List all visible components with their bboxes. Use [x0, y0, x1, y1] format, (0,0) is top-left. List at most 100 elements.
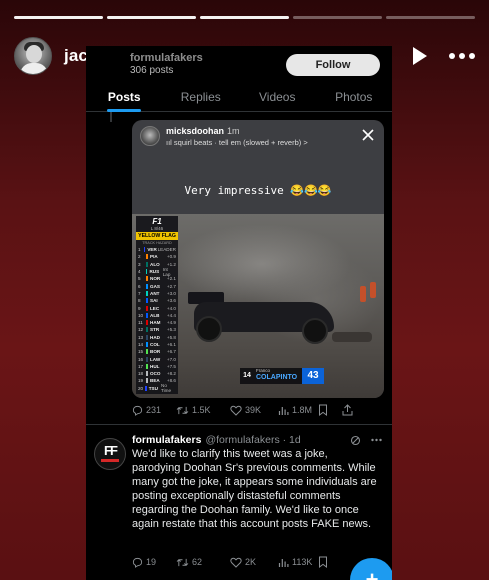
tower-gap: +5.3 — [166, 327, 176, 333]
team-color — [146, 261, 148, 267]
tab-photos[interactable]: Photos — [316, 84, 393, 111]
tower-gap: No Time — [161, 383, 172, 394]
tower-driver: BOR — [150, 349, 161, 355]
team-color — [146, 254, 148, 260]
tower-position: 7 — [138, 290, 141, 296]
formulafakers-avatar[interactable]: FF — [94, 438, 126, 470]
heart-icon — [230, 557, 242, 568]
ig-avatar — [140, 126, 160, 146]
tower-driver: ANT — [150, 290, 160, 296]
tower-row: 12 STR +5.3 — [136, 326, 178, 333]
driver-last-name: COLAPINTO — [256, 374, 298, 381]
team-color — [146, 342, 148, 347]
reply-button[interactable]: 19 — [132, 557, 176, 568]
tower-row: 20 TSU No Time — [136, 383, 178, 394]
views-button[interactable]: 113K — [278, 557, 318, 568]
tower-gap: +6.7 — [166, 349, 176, 355]
tower-row: 4 RUS Int Lap — [136, 267, 178, 277]
repost-button[interactable]: 62 — [176, 557, 230, 568]
repost-count: 1.5K — [192, 405, 211, 415]
tower-row: 10 ALB +4.4 — [136, 312, 178, 319]
tower-position: 17 — [138, 363, 144, 369]
plus-icon: + — [365, 567, 379, 580]
tab-posts[interactable]: Posts — [86, 84, 163, 112]
bookmark-icon — [319, 556, 327, 568]
tower-gap: +3.6 — [166, 298, 176, 304]
bookmark-button[interactable] — [318, 404, 342, 416]
ig-music-label: ııl squirl beats · tell em (slowed + rev… — [166, 138, 308, 147]
tower-gap: +6.1 — [166, 342, 176, 347]
tower-position: 12 — [138, 327, 144, 333]
progress-segment — [293, 16, 382, 19]
repost-icon — [176, 406, 189, 414]
tower-position: 10 — [138, 312, 144, 318]
repost-icon — [176, 558, 189, 566]
tower-gap: +4.4 — [166, 312, 176, 318]
story-progress — [14, 16, 475, 19]
repost-button[interactable]: 1.5K — [176, 405, 230, 416]
tower-row: 1 VER LEADER — [136, 246, 178, 253]
thread-line — [110, 112, 112, 122]
tower-gap: +5.8 — [166, 334, 176, 340]
x-profile-name: formulafakers — [130, 52, 203, 64]
tower-row: 11 HAM +4.9 — [136, 319, 178, 326]
tab-replies[interactable]: Replies — [163, 84, 240, 111]
team-color — [146, 312, 148, 318]
follow-button[interactable]: Follow — [286, 54, 380, 76]
team-color — [146, 349, 148, 355]
tower-gap: +2.7 — [166, 283, 176, 289]
tower-driver: VER — [147, 247, 157, 253]
crash-photo: F1 L 8/46 YELLOW FLAG TRACK HAZARD 1 VER L… — [132, 214, 384, 398]
more-options-icon[interactable] — [371, 438, 382, 442]
tower-gap: LEADER — [157, 247, 176, 253]
tower-driver: STR — [150, 327, 160, 333]
tower-driver: LAW — [150, 356, 161, 362]
tower-row: 16 LAW +7.0 — [136, 355, 178, 362]
tower-gap: +0.9 — [166, 254, 176, 260]
team-color — [145, 269, 148, 275]
tower-position: 2 — [138, 254, 141, 260]
team-color — [146, 378, 148, 384]
x-posts-count: 306 posts — [130, 65, 174, 76]
tower-row: 2 PIA +0.9 — [136, 253, 178, 260]
tweet2-header: formulafakers @formulafakers · 1d — [132, 432, 382, 448]
ig-story-card[interactable]: micksdoohan 1m ııl squirl beats · tell em… — [132, 120, 384, 398]
like-button[interactable]: 39K — [230, 405, 278, 416]
tower-position: 8 — [138, 298, 141, 304]
tweet2-author[interactable]: formulafakers — [132, 434, 201, 446]
tower-row: 17 HUL +7.5 — [136, 363, 178, 370]
tower-position: 5 — [138, 276, 141, 282]
x-tabs: Posts Replies Videos Photos — [86, 84, 392, 112]
more-icon[interactable] — [449, 53, 475, 59]
tower-position: 19 — [138, 378, 144, 384]
reply-button[interactable]: 231 — [132, 405, 176, 416]
tower-driver: RUS — [149, 269, 160, 275]
tower-gap: +8.2 — [166, 371, 176, 377]
like-button[interactable]: 2K — [230, 557, 278, 568]
tab-videos[interactable]: Videos — [239, 84, 316, 111]
ig-story-header: micksdoohan 1m ııl squirl beats · tell em… — [132, 120, 384, 152]
team-color — [146, 327, 148, 333]
ig-caption: Very impressive 😂😂😂 — [184, 184, 332, 197]
team-color — [146, 363, 148, 369]
share-button[interactable] — [342, 404, 362, 416]
tweet2-body: We'd like to clarify this tweet was a jo… — [132, 448, 377, 530]
tower-position: 11 — [138, 320, 143, 326]
reply-icon — [132, 557, 143, 568]
views-button[interactable]: 1.8M — [278, 405, 318, 416]
bookmark-button[interactable] — [318, 556, 342, 568]
tower-driver: PIA — [150, 254, 158, 260]
yellow-flag-banner: YELLOW FLAG — [136, 232, 178, 240]
team-color — [146, 356, 148, 362]
grok-icon[interactable] — [350, 435, 361, 446]
progress-segment — [386, 16, 475, 19]
team-color — [146, 276, 148, 282]
tower-row: 18 OCO +8.2 — [136, 370, 178, 377]
team-color — [146, 371, 148, 377]
play-icon[interactable] — [413, 47, 427, 65]
tower-driver: HAM — [150, 320, 161, 326]
avatar[interactable] — [14, 37, 52, 75]
driver-tag: 14 Franco COLAPINTO 43 — [240, 368, 324, 384]
like-count: 2K — [245, 557, 257, 567]
timing-tower: F1 L 8/46 YELLOW FLAG TRACK HAZARD 1 VER L… — [136, 216, 178, 394]
